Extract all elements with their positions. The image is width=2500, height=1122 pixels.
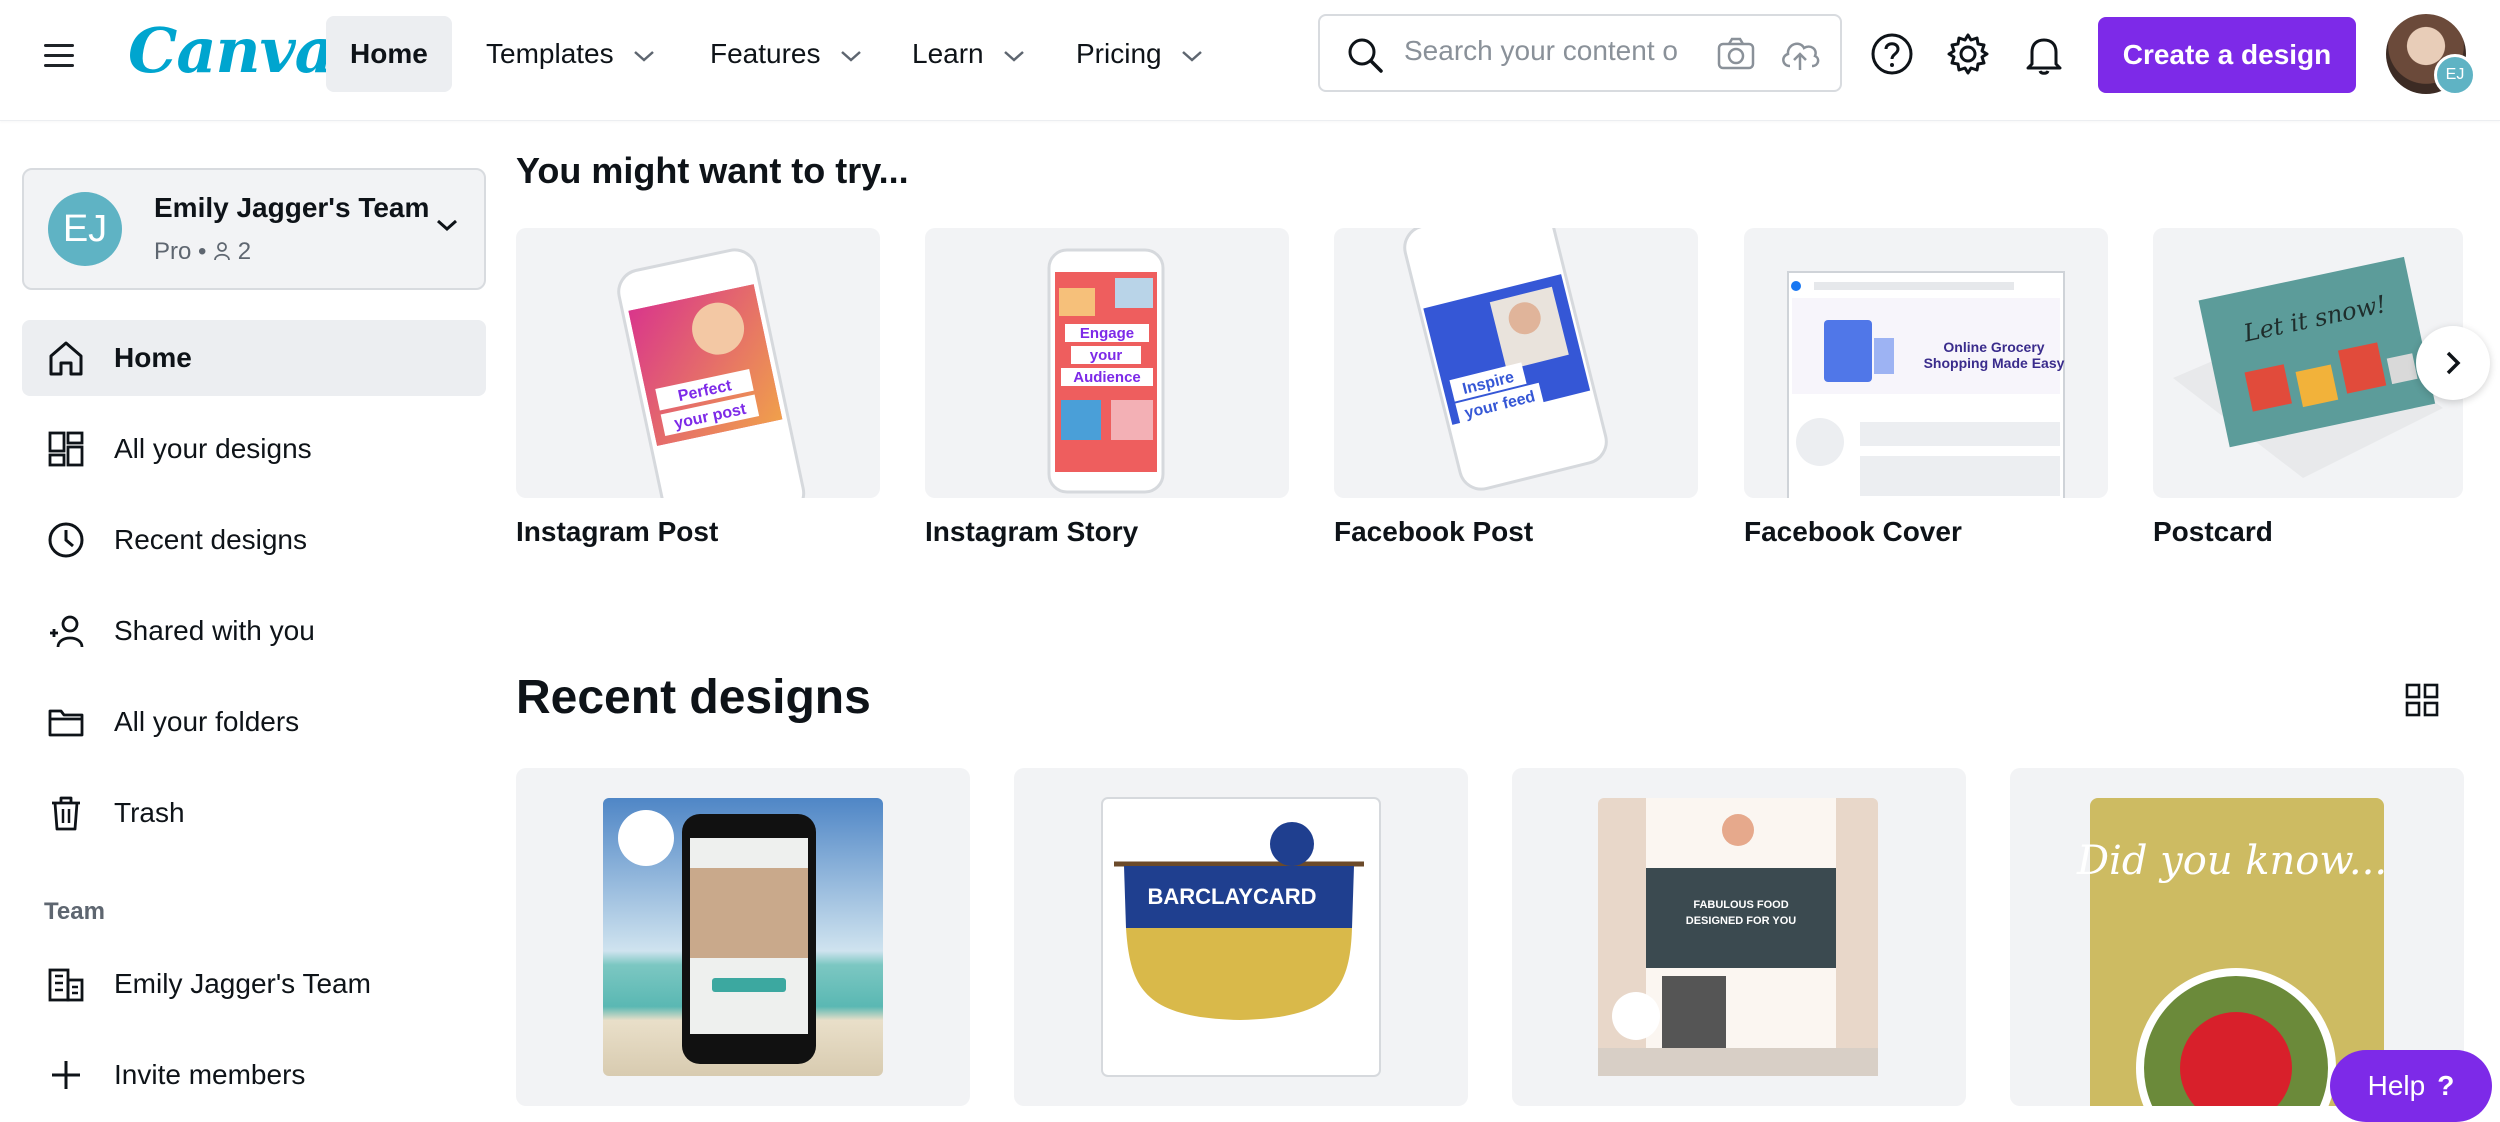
thumb-text-line: DESIGNED FOR YOU xyxy=(1686,915,1796,927)
sidebar-item-invite[interactable]: Invite members xyxy=(22,1037,486,1113)
team-plan-info: Pro • 2 xyxy=(154,238,251,266)
separator-dot: • xyxy=(198,238,214,265)
template-card-facebook-post[interactable]: Inspire your feed xyxy=(1334,228,1698,498)
team-name: Emily Jagger's Team xyxy=(154,192,430,223)
sidebar-item-label: All your folders xyxy=(114,706,300,737)
nav-templates[interactable]: Templates xyxy=(462,16,679,92)
nav-templates-label: Templates xyxy=(486,38,614,69)
nav-pricing[interactable]: Pricing xyxy=(1052,16,1227,92)
facebook-cover-thumbnail: Online Grocery Shopping Made Easy xyxy=(1787,271,2065,498)
thumb-text-line: Audience xyxy=(1073,369,1141,386)
team-avatar: EJ xyxy=(48,192,122,266)
plus-icon xyxy=(52,1061,80,1089)
trash-icon xyxy=(52,796,80,831)
top-navigation: Canva Home Templates Features Learn Pric… xyxy=(0,0,2500,121)
help-label: Help xyxy=(2367,1070,2426,1101)
thumb-text-line: your xyxy=(1090,347,1123,364)
team-switcher[interactable]: EJ Emily Jagger's Team Pro • 2 xyxy=(22,168,486,290)
nav-learn[interactable]: Learn xyxy=(888,16,1049,92)
recent-design-card[interactable]: FABULOUS FOOD DESIGNED FOR YOU xyxy=(1512,768,1966,1106)
sidebar-item-label: Trash xyxy=(114,797,185,828)
menu-icon[interactable] xyxy=(44,39,76,71)
help-mark: ? xyxy=(2437,1070,2455,1101)
sidebar-item-recent[interactable]: Recent designs xyxy=(22,502,486,578)
instagram-story-thumbnail: Engage your Audience xyxy=(1047,248,1165,494)
thumb-text-line: BARCLAYCARD xyxy=(1147,884,1316,909)
bell-icon[interactable] xyxy=(2020,30,2068,78)
sidebar-item-team[interactable]: Emily Jagger's Team xyxy=(22,946,486,1022)
camera-icon[interactable] xyxy=(1716,36,1756,72)
section-title-recent: Recent designs xyxy=(516,671,871,724)
section-title-suggestions: You might want to try... xyxy=(516,150,909,191)
sidebar-item-label: Invite members xyxy=(114,1059,306,1090)
nav-features-label: Features xyxy=(710,38,821,69)
building-icon xyxy=(48,968,84,1002)
sidebar-item-label: All your designs xyxy=(114,433,312,464)
folder-icon xyxy=(48,709,84,737)
template-card-instagram-story[interactable]: Engage your Audience xyxy=(925,228,1289,498)
search-icon xyxy=(1348,38,1383,73)
grid-layout-icon xyxy=(48,431,84,467)
sidebar-item-label: Home xyxy=(114,342,192,373)
sidebar-item-label: Shared with you xyxy=(114,615,315,646)
chevron-right-icon xyxy=(2446,351,2461,375)
template-card-label: Facebook Cover xyxy=(1744,516,1962,547)
template-card-label: Postcard xyxy=(2153,516,2273,547)
home-icon xyxy=(49,341,83,376)
gear-icon[interactable] xyxy=(1944,30,1992,78)
chevron-down-icon xyxy=(437,219,457,232)
help-circle-icon[interactable] xyxy=(1868,30,1916,78)
recent-design-thumbnail: FABULOUS FOOD DESIGNED FOR YOU xyxy=(1598,798,1878,1076)
template-card-instagram-post[interactable]: Perfect your post xyxy=(516,228,880,498)
thumb-text-line: Engage xyxy=(1080,325,1134,342)
sidebar-item-folders[interactable]: All your folders xyxy=(22,684,486,760)
recent-design-thumbnail xyxy=(603,798,883,1076)
person-icon xyxy=(214,242,231,261)
grid-view-icon[interactable] xyxy=(2404,682,2440,718)
search-input[interactable]: Search your content o xyxy=(1404,35,1694,67)
chevron-down-icon xyxy=(1004,50,1025,62)
recent-design-thumbnail: BARCLAYCARD xyxy=(1101,797,1381,1077)
sidebar-item-trash[interactable]: Trash xyxy=(22,775,486,851)
thumb-text-line: FABULOUS FOOD xyxy=(1693,899,1788,911)
template-card-label: Instagram Story xyxy=(925,516,1139,547)
cloud-upload-icon[interactable] xyxy=(1778,34,1822,74)
thumb-text-line: Shopping Made Easy xyxy=(1924,355,2065,371)
thumb-text-line: Did you know... xyxy=(2076,838,2387,884)
avatar-badge: EJ xyxy=(2434,54,2476,96)
search-bar[interactable]: Search your content o xyxy=(1318,14,1842,92)
carousel-next-button[interactable] xyxy=(2416,326,2490,400)
sidebar-item-all-designs[interactable]: All your designs xyxy=(22,411,486,487)
template-card-label: Facebook Post xyxy=(1334,516,1534,547)
people-icon xyxy=(50,615,84,648)
team-plan: Pro xyxy=(154,238,192,265)
recent-design-card[interactable]: BARCLAYCARD xyxy=(1014,768,1468,1106)
nav-home-label: Home xyxy=(350,38,428,69)
canva-logo[interactable]: Canva xyxy=(128,14,335,87)
sidebar-team-heading: Team xyxy=(44,898,105,925)
template-card-facebook-cover[interactable]: Online Grocery Shopping Made Easy xyxy=(1744,228,2108,498)
thumb-text-line: Online Grocery xyxy=(1943,339,2044,355)
sidebar-item-label: Recent designs xyxy=(114,524,308,555)
nav-learn-label: Learn xyxy=(912,38,984,69)
chevron-down-icon xyxy=(841,50,862,62)
nav-home[interactable]: Home xyxy=(326,16,452,92)
nav-pricing-label: Pricing xyxy=(1076,38,1162,69)
recent-design-card[interactable] xyxy=(516,768,970,1106)
chevron-down-icon xyxy=(1182,50,1203,62)
help-button[interactable]: Help? xyxy=(2330,1050,2492,1122)
team-member-count: 2 xyxy=(237,238,252,265)
sidebar-item-shared[interactable]: Shared with you xyxy=(22,593,486,669)
facebook-post-thumbnail: Inspire your feed xyxy=(1403,228,1608,491)
sidebar-item-home[interactable]: Home xyxy=(22,320,486,396)
sidebar-item-label: Emily Jagger's Team xyxy=(114,968,371,999)
instagram-post-thumbnail: Perfect your post xyxy=(617,248,806,498)
template-card-label: Instagram Post xyxy=(516,516,719,547)
create-design-button[interactable]: Create a design xyxy=(2098,17,2356,93)
clock-icon xyxy=(48,522,84,558)
nav-features[interactable]: Features xyxy=(686,16,886,92)
chevron-down-icon xyxy=(634,50,655,62)
